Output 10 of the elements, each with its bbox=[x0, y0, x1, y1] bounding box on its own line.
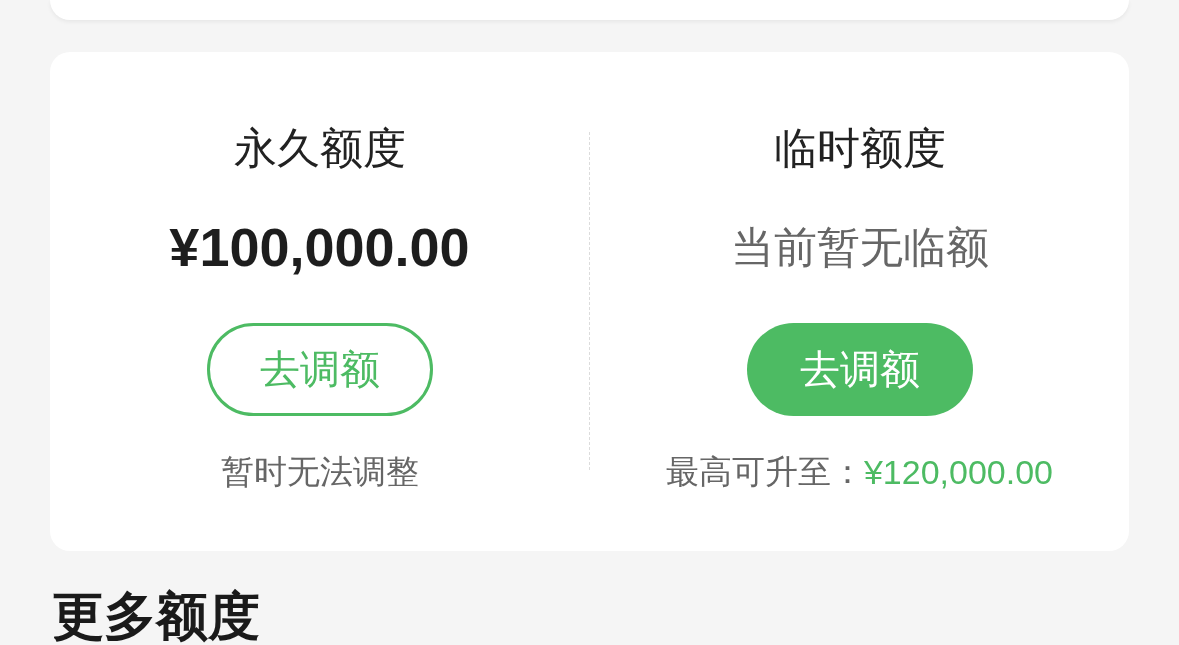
quota-amount: ¥100,000.00 bbox=[169, 216, 470, 279]
adjust-button[interactable]: 去调额 bbox=[206, 323, 433, 416]
quota-title: 临时额度 bbox=[773, 122, 946, 174]
note-text: 暂时无法调整 bbox=[220, 451, 419, 493]
quota-title: 永久额度 bbox=[233, 122, 406, 174]
max-amount: ¥120,000.00 bbox=[863, 452, 1054, 493]
empty-quota-text: 当前暂无临额 bbox=[730, 221, 989, 274]
adjust-button[interactable]: 去调额 bbox=[746, 323, 973, 416]
section-heading: 更多额度 bbox=[52, 589, 260, 643]
note-text: 最高可升至： bbox=[665, 451, 864, 493]
